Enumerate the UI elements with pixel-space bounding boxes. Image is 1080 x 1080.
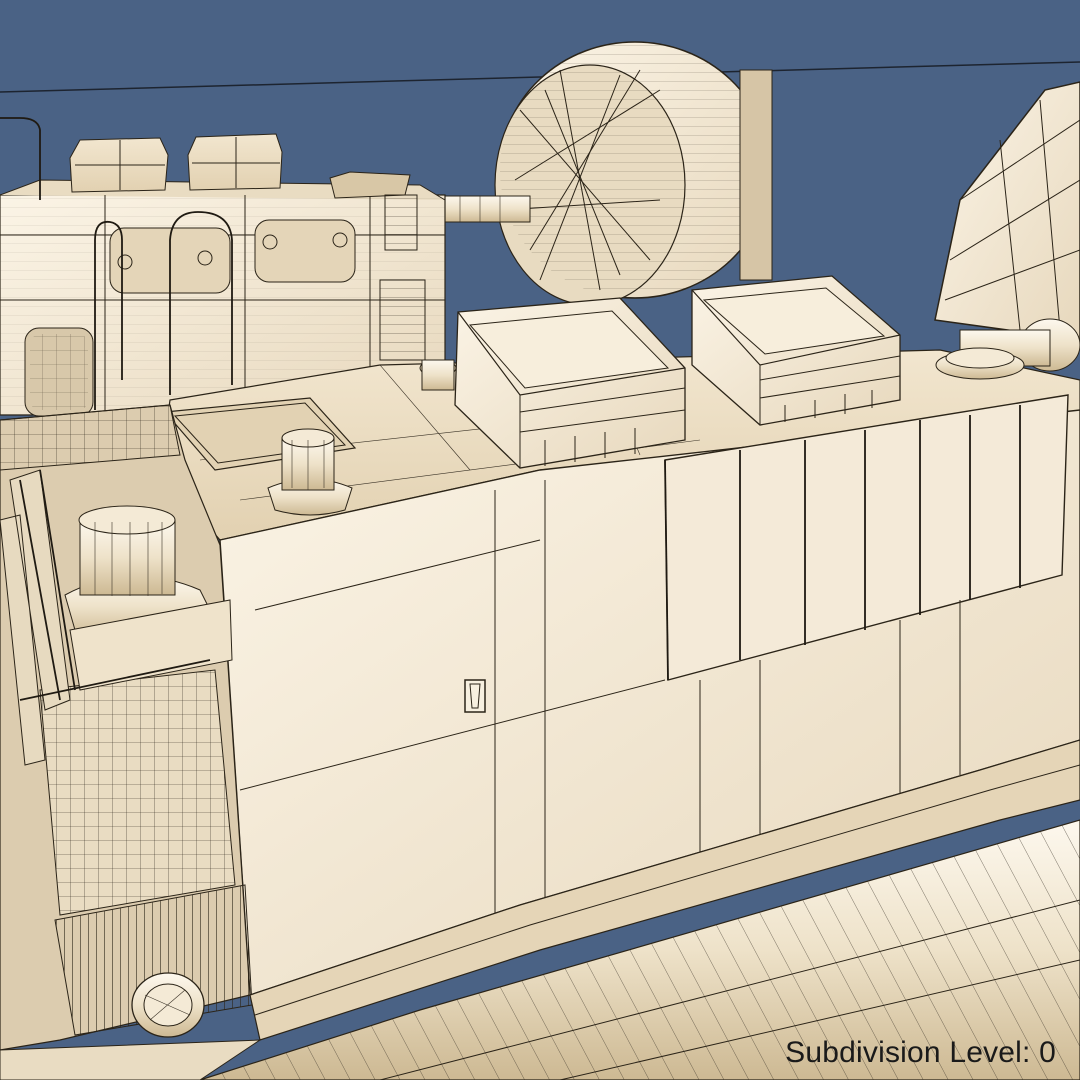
subdivision-caption: Subdivision Level: 0 bbox=[785, 1036, 1056, 1069]
viewport: Subdivision Level: 0 bbox=[0, 0, 1080, 1080]
roof-vent-2 bbox=[187, 133, 283, 191]
wireframe-render bbox=[0, 0, 1080, 1080]
roof-vent-1 bbox=[69, 137, 169, 193]
round-port bbox=[131, 972, 205, 1038]
